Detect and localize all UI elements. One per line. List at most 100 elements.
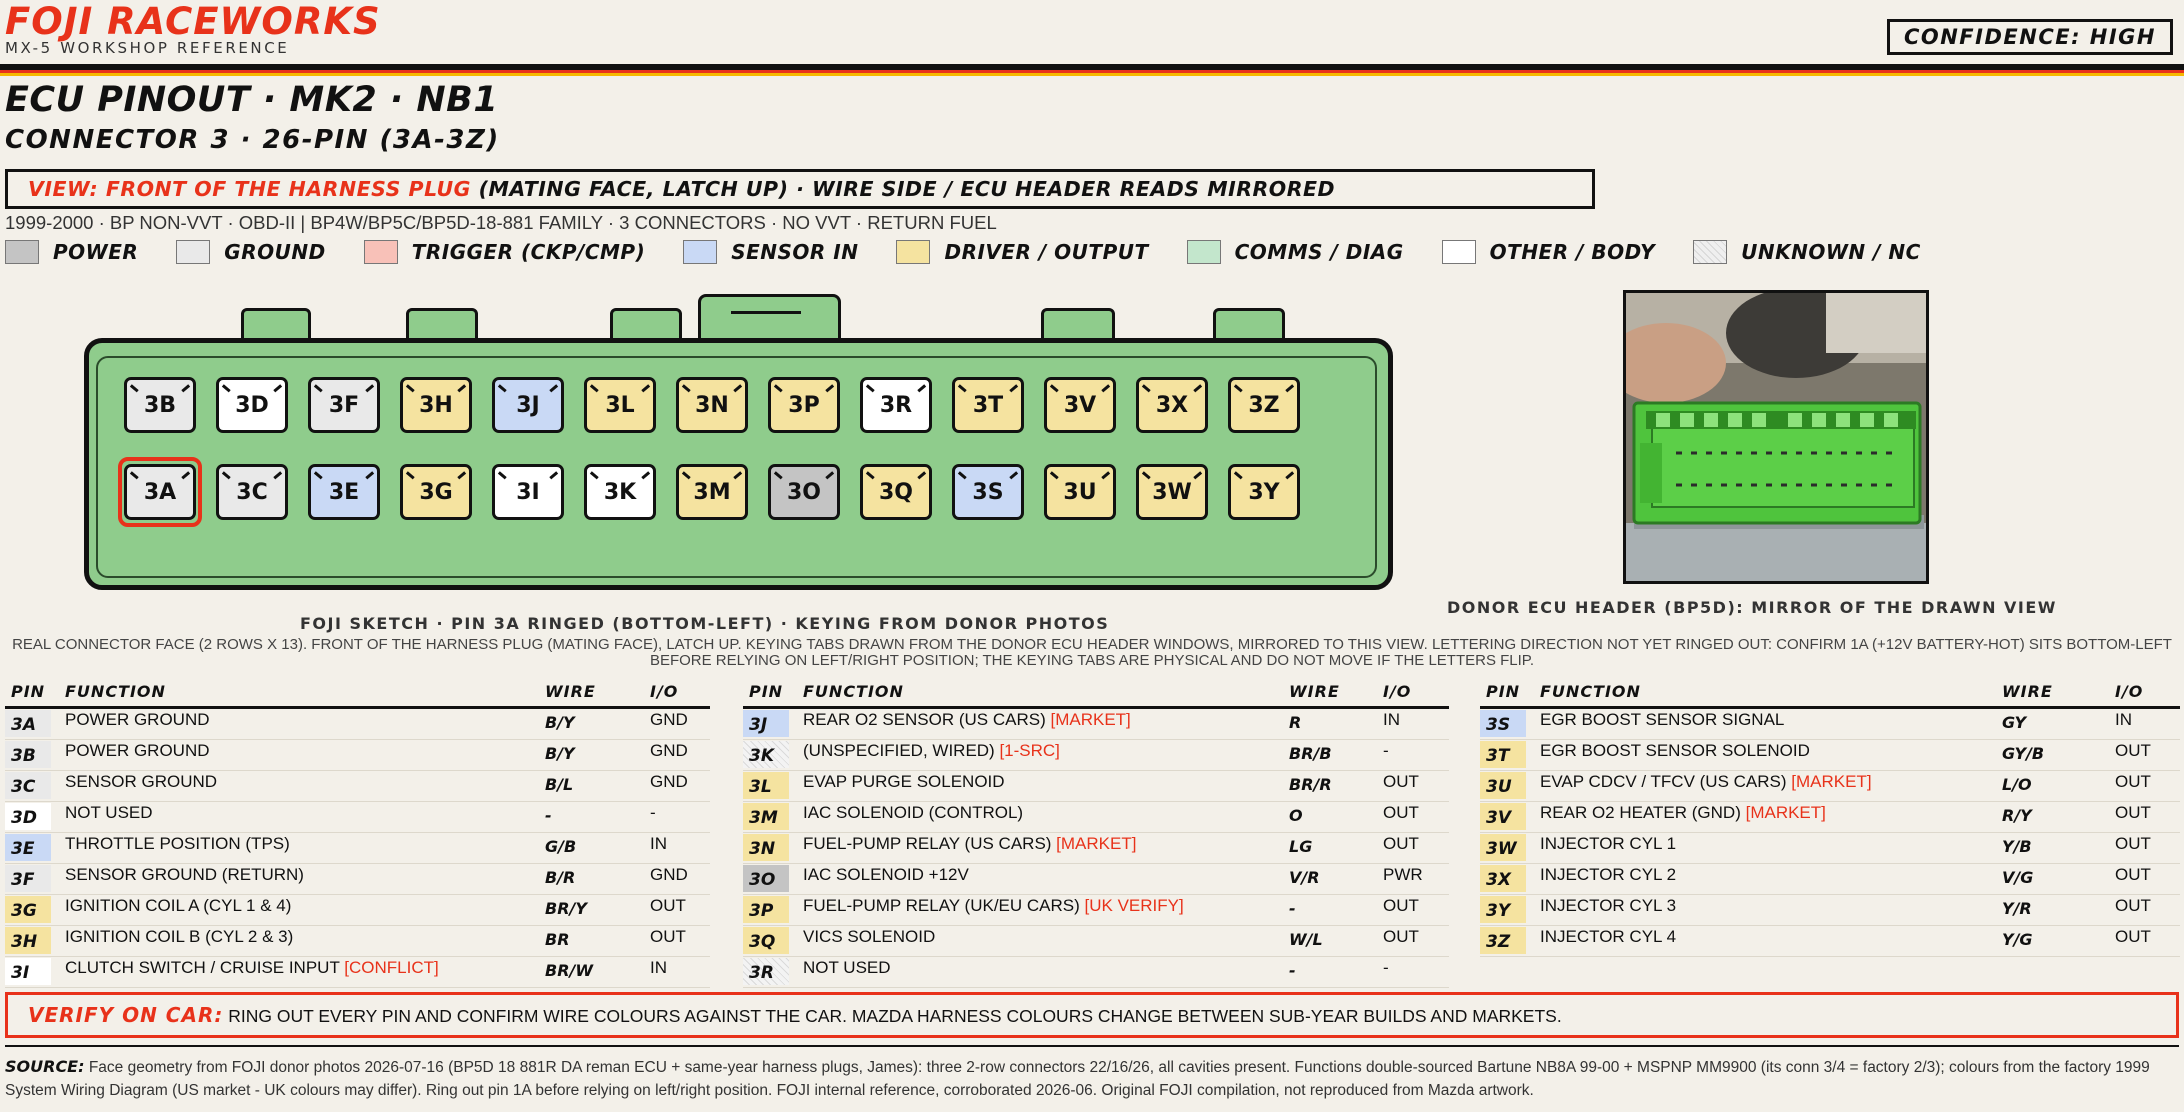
table-row: 3M IAC SOLENOID (CONTROL) O OUT: [743, 802, 1449, 833]
legend-item-other: OTHER / BODY: [1441, 240, 1656, 264]
row-function-text: INJECTOR CYL 1: [1540, 834, 1677, 853]
legend-swatch: [176, 240, 211, 264]
table-row: 3S EGR BOOST SENSOR SIGNAL GY IN: [1480, 709, 2180, 740]
pin-3r: 3R: [860, 377, 932, 433]
row-pin-id: 3R: [743, 958, 789, 985]
pin-3d: 3D: [216, 377, 288, 433]
table-row: 3Q VICS SOLENOID W/L OUT: [743, 926, 1449, 957]
legend-swatch: [5, 240, 39, 264]
row-function: FUEL-PUMP RELAY (US CARS) [MARKET]: [803, 834, 1136, 854]
row-function: EVAP PURGE SOLENOID: [803, 772, 1005, 792]
pin-3b: 3B: [124, 377, 196, 433]
pin-3l: 3L: [584, 377, 656, 433]
source-label: SOURCE:: [5, 1057, 85, 1076]
source-text: Face geometry from FOJI donor photos 202…: [5, 1059, 2150, 1099]
pin-3x: 3X: [1136, 377, 1208, 433]
row-function: IGNITION COIL A (CYL 1 & 4): [65, 896, 291, 916]
table-row: 3U EVAP CDCV / TFCV (US CARS) [MARKET] L/O…: [1480, 771, 2180, 802]
column-header-wire: WIRE: [1289, 682, 1340, 701]
legend-label: TRIGGER (CKP/CMP): [411, 240, 646, 264]
sketch-caption: FOJI SKETCH · PIN 3A RINGED (BOTTOM-LEFT…: [300, 614, 1110, 633]
row-pin-id: 3B: [5, 741, 51, 768]
donor-ecu-photo: [1623, 290, 1929, 584]
legend-item-trigger: TRIGGER (CKP/CMP): [363, 240, 646, 264]
row-function-text: IAC SOLENOID +12V: [803, 865, 969, 884]
column-header-function: FUNCTION: [65, 682, 166, 701]
row-flag-tag: [UK VERIFY]: [1084, 896, 1184, 915]
column-header-io: I/O: [2115, 682, 2144, 701]
legend-label: COMMS / DIAG: [1234, 240, 1404, 264]
row-io: OUT: [2115, 865, 2151, 884]
table-row: 3C SENSOR GROUND B/L GND: [5, 771, 710, 802]
row-io: OUT: [2115, 772, 2151, 791]
row-pin-id: 3C: [5, 772, 51, 799]
row-io: -: [1383, 958, 1389, 977]
table-row: 3B POWER GROUND B/Y GND: [5, 740, 710, 771]
row-pin-id: 3Y: [1480, 896, 1526, 923]
pin-3c: 3C: [216, 464, 288, 520]
table-row: 3R NOT USED - -: [743, 957, 1449, 988]
row-io: OUT: [2115, 927, 2151, 946]
row-function-text: VICS SOLENOID: [803, 927, 936, 946]
legend-item-driver: DRIVER / OUTPUT: [896, 240, 1148, 264]
row-function-text: FUEL-PUMP RELAY (UK/EU CARS): [803, 896, 1085, 915]
row-io: OUT: [650, 927, 686, 946]
legend-item-sensor: SENSOR IN: [683, 240, 858, 264]
table-row: 3W INJECTOR CYL 1 Y/B OUT: [1480, 833, 2180, 864]
row-io: OUT: [2115, 834, 2151, 853]
pin-3n: 3N: [676, 377, 748, 433]
row-pin-id: 3G: [5, 896, 51, 923]
row-flag-tag: [MARKET]: [1791, 772, 1872, 791]
row-wire-colour: B/Y: [545, 713, 575, 732]
row-function: IAC SOLENOID +12V: [803, 865, 969, 885]
source-divider: [5, 1045, 2179, 1047]
row-function: FUEL-PUMP RELAY (UK/EU CARS) [UK VERIFY]: [803, 896, 1184, 916]
row-io: OUT: [1383, 927, 1419, 946]
row-flag-tag: [MARKET]: [1056, 834, 1137, 853]
row-function-text: NOT USED: [65, 803, 153, 822]
table-row: 3D NOT USED - -: [5, 802, 710, 833]
row-pin-id: 3W: [1480, 834, 1526, 861]
table-row: 3J REAR O2 SENSOR (US CARS) [MARKET] R IN: [743, 709, 1449, 740]
row-pin-id: 3J: [743, 710, 789, 737]
pin-3g: 3G: [400, 464, 472, 520]
table-header: PIN FUNCTION WIRE I/O: [1480, 680, 2180, 709]
pin-3f: 3F: [308, 377, 380, 433]
row-wire-colour: -: [1289, 961, 1296, 980]
row-wire-colour: Y/G: [2002, 930, 2033, 949]
table-row: 3K (UNSPECIFIED, WIRED) [1-SRC] BR/B -: [743, 740, 1449, 771]
legend-label: UNKNOWN / NC: [1741, 240, 1921, 264]
row-io: PWR: [1383, 865, 1423, 884]
column-header-pin: PIN: [749, 682, 784, 701]
table-row: 3F SENSOR GROUND (RETURN) B/R GND: [5, 864, 710, 895]
row-wire-colour: BR/B: [1289, 744, 1332, 763]
legend-item-ground: GROUND: [176, 240, 325, 264]
pin-3o: 3O: [768, 464, 840, 520]
pin-table-2: PIN FUNCTION WIRE I/O 3J REAR O2 SENSOR (US C…: [743, 680, 1449, 988]
pin-3i: 3I: [492, 464, 564, 520]
row-function-text: POWER GROUND: [65, 741, 210, 760]
row-function: CLUTCH SWITCH / CRUISE INPUT [CONFLICT]: [65, 958, 439, 978]
row-wire-colour: V/R: [1289, 868, 1320, 887]
row-pin-id: 3M: [743, 803, 789, 830]
legend-label: OTHER / BODY: [1489, 240, 1656, 264]
row-function-text: EGR BOOST SENSOR SIGNAL: [1540, 710, 1785, 729]
legend-label: GROUND: [224, 240, 326, 264]
legend-label: POWER: [53, 240, 139, 264]
column-header-wire: WIRE: [2002, 682, 2053, 701]
column-header-function: FUNCTION: [803, 682, 904, 701]
pin-3a-ring: [118, 457, 202, 527]
row-function-text: IAC SOLENOID (CONTROL): [803, 803, 1024, 822]
row-wire-colour: Y/R: [2002, 899, 2032, 918]
pin-3q: 3Q: [860, 464, 932, 520]
table-row: 3X INJECTOR CYL 2 V/G OUT: [1480, 864, 2180, 895]
row-function-text: IGNITION COIL B (CYL 2 & 3): [65, 927, 294, 946]
table-row: 3G IGNITION COIL A (CYL 1 & 4) BR/Y OUT: [5, 895, 710, 926]
row-function: INJECTOR CYL 1: [1540, 834, 1676, 854]
table-row: 3H IGNITION COIL B (CYL 2 & 3) BR OUT: [5, 926, 710, 957]
pin-3u: 3U: [1044, 464, 1116, 520]
row-wire-colour: GY/B: [2002, 744, 2045, 763]
row-wire-colour: V/G: [2002, 868, 2034, 887]
legend-item-power: POWER: [5, 240, 138, 264]
row-function: POWER GROUND: [65, 741, 210, 761]
